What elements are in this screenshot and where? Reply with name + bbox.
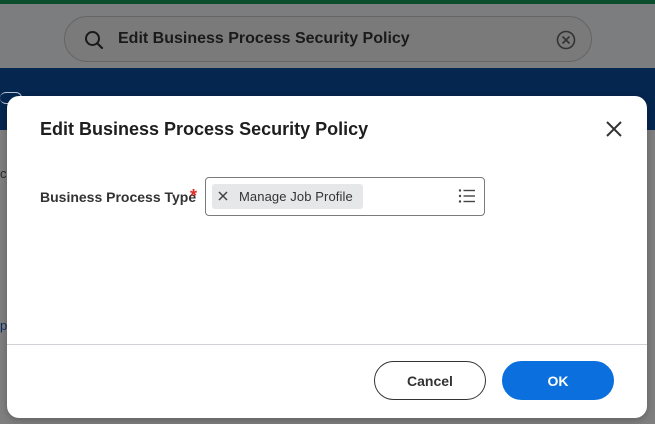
close-icon xyxy=(603,121,625,143)
selected-item-label: Manage Job Profile xyxy=(239,189,353,204)
dialog-footer-divider xyxy=(7,344,647,345)
background-text-fragment: c xyxy=(0,166,7,181)
dialog-title: Edit Business Process Security Policy xyxy=(40,119,369,139)
selected-item-pill: Manage Job Profile xyxy=(212,184,363,209)
search-input-value[interactable]: Edit Business Process Security Policy xyxy=(118,30,410,48)
cancel-button[interactable]: Cancel xyxy=(374,361,486,400)
business-process-type-prompt[interactable]: Manage Job Profile xyxy=(205,177,485,216)
required-indicator: * xyxy=(190,186,198,206)
close-dialog-button[interactable] xyxy=(603,118,625,140)
x-icon xyxy=(218,188,228,206)
ok-button[interactable]: OK xyxy=(502,361,614,400)
search-icon xyxy=(83,29,105,51)
business-process-type-label: Business Process Type xyxy=(40,189,197,205)
app-header: Edit Business Process Security Policy xyxy=(0,4,655,68)
remove-item-button[interactable] xyxy=(212,184,234,209)
global-search-bar[interactable]: Edit Business Process Security Policy xyxy=(64,16,592,62)
list-icon[interactable] xyxy=(458,187,476,205)
clear-search-icon[interactable] xyxy=(555,29,577,51)
edit-policy-dialog: Edit Business Process Security Policy Bu… xyxy=(7,96,647,418)
